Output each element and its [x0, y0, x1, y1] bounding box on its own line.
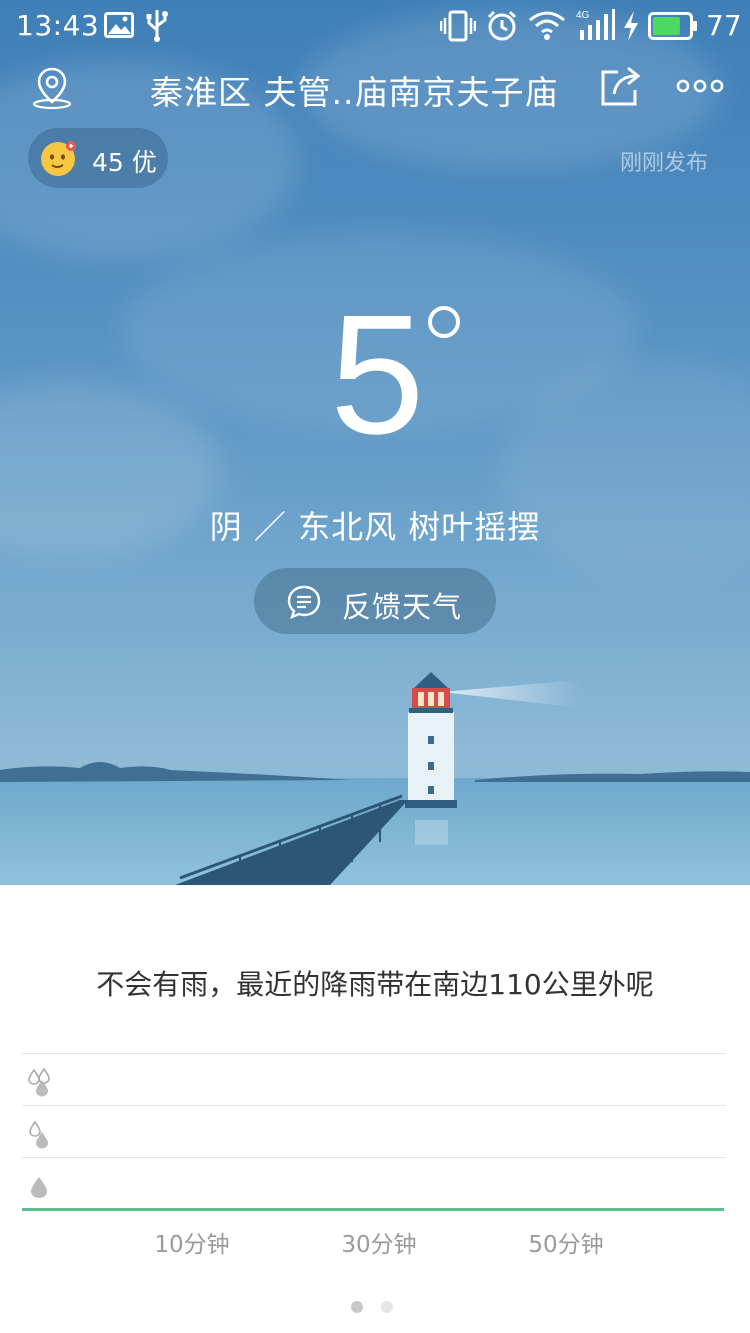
feedback-label: 反馈天气: [342, 590, 463, 624]
chat-bubble-icon: [287, 585, 321, 620]
degree-symbol: [428, 306, 460, 338]
more-icon[interactable]: [676, 74, 724, 98]
status-time: 13:43: [16, 9, 100, 42]
publish-time: 刚刚发布: [620, 151, 709, 176]
heavy-rain-icon: [28, 1068, 50, 1097]
smiley-face-icon: [41, 141, 76, 176]
moderate-rain-icon: [29, 1120, 48, 1149]
feedback-weather-button[interactable]: 反馈天气: [254, 568, 496, 634]
charging-icon: [624, 11, 638, 41]
time-tick-label: 50分钟: [528, 1232, 604, 1258]
weather-hero: 13:43 4G 77 秦淮区 夫管..庙南京夫子庙 45 优 刚刚发布 5 阴…: [0, 0, 750, 885]
light-rain-icon: [31, 1177, 47, 1198]
current-temperature: 5: [330, 280, 425, 470]
signal-icon: 4G: [576, 9, 615, 40]
image-icon: [104, 12, 134, 38]
chart-gridline: [22, 1157, 726, 1158]
precipitation-message: 不会有雨，最近的降雨带在南边110公里外呢: [96, 968, 654, 1001]
aqi-badge[interactable]: 45 优: [28, 128, 168, 188]
time-tick-label: 30分钟: [341, 1232, 417, 1258]
chart-gridline: [22, 1053, 726, 1054]
battery-icon: [648, 12, 697, 40]
status-bar: 13:43 4G 77: [0, 0, 750, 52]
usb-icon: [146, 10, 168, 42]
alarm-icon: [487, 10, 517, 41]
svg-text:4G: 4G: [576, 10, 590, 21]
aqi-value: 45 优: [92, 148, 157, 177]
page-indicator-dot[interactable]: [381, 1301, 393, 1313]
time-tick-label: 10分钟: [154, 1232, 230, 1258]
precipitation-baseline: [22, 1208, 724, 1211]
page-indicator-dot[interactable]: [351, 1301, 363, 1313]
share-icon[interactable]: [598, 64, 644, 108]
location-title[interactable]: 秦淮区 夫管..庙南京夫子庙: [150, 66, 590, 114]
wifi-icon: [529, 11, 565, 40]
battery-percent: 77: [706, 9, 742, 42]
vibrate-icon: [440, 10, 476, 42]
location-pin-icon[interactable]: [30, 66, 74, 110]
chart-gridline: [22, 1105, 726, 1106]
lighthouse-scene-illustration: [0, 672, 750, 885]
battery-level-fill: [653, 17, 680, 35]
weather-condition: 阴 ／ 东北风 树叶摇摆: [209, 508, 541, 546]
